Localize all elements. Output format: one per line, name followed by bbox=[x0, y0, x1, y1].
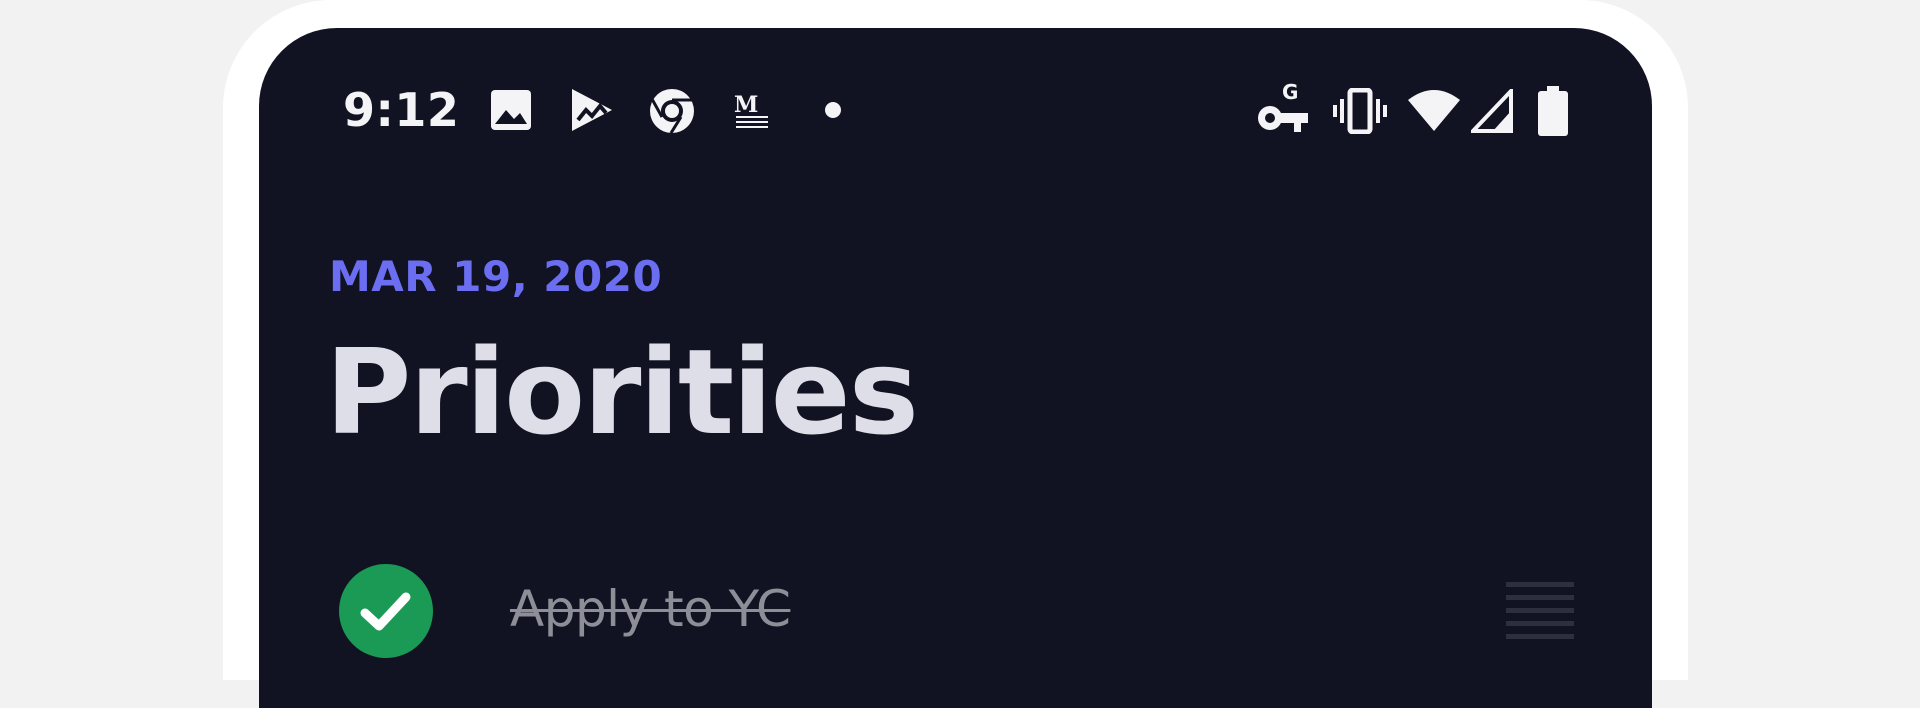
wifi-icon bbox=[1408, 90, 1460, 131]
play-store-icon bbox=[572, 89, 612, 131]
battery-icon bbox=[1538, 86, 1568, 136]
chrome-icon bbox=[650, 89, 694, 134]
cellular-icon bbox=[1471, 89, 1513, 133]
status-time: 9:12 bbox=[343, 83, 460, 137]
dot-icon bbox=[825, 102, 841, 118]
image-icon bbox=[491, 90, 531, 130]
drag-handle-icon[interactable] bbox=[1506, 582, 1574, 640]
svg-text:M: M bbox=[734, 92, 758, 118]
medium-icon: M bbox=[734, 92, 768, 128]
date-label: MAR 19, 2020 bbox=[329, 252, 663, 301]
phone-screen: 9:12 M G MAR 19, 2020 Priorities Apply t… bbox=[259, 28, 1652, 708]
vibrate-icon bbox=[1333, 88, 1387, 134]
vpn-key-icon: G bbox=[1258, 80, 1308, 132]
svg-text:G: G bbox=[1282, 80, 1298, 104]
task-label: Apply to YC bbox=[510, 580, 791, 638]
task-row[interactable]: Apply to YC bbox=[259, 558, 1652, 658]
page-title: Priorities bbox=[325, 323, 919, 461]
completed-checkbox[interactable] bbox=[339, 564, 433, 658]
checkmark-icon bbox=[360, 592, 411, 631]
